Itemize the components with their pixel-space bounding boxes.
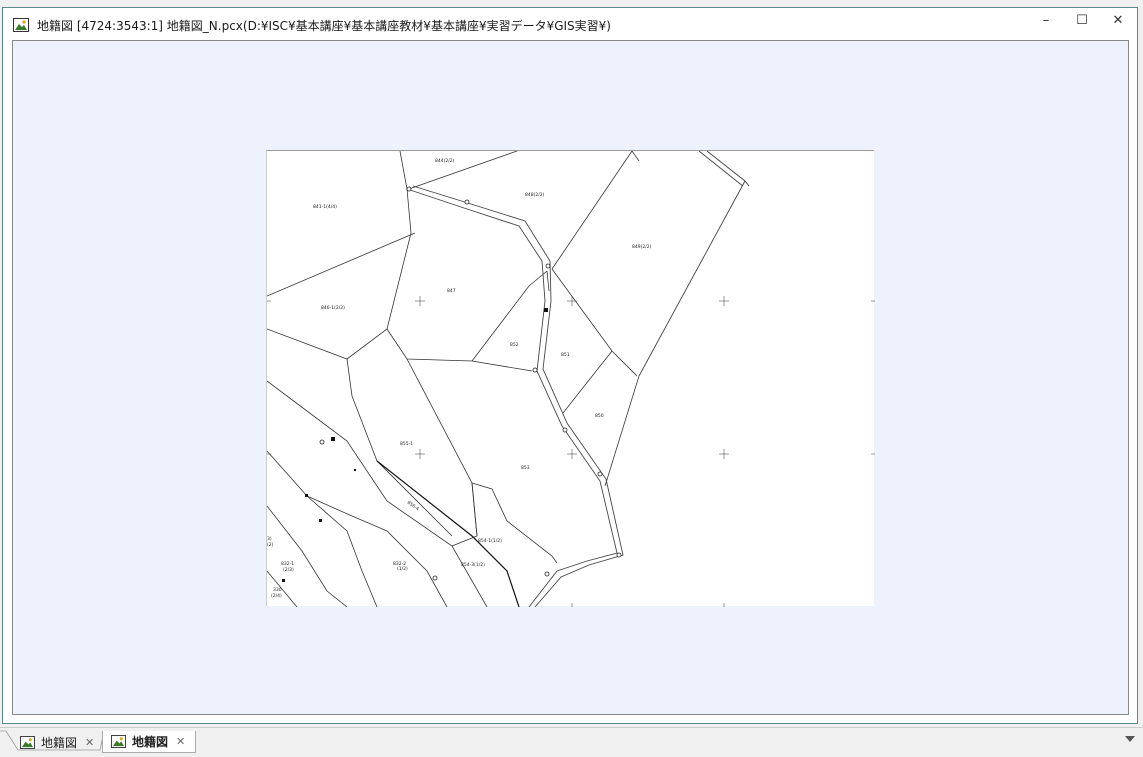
minimize-button[interactable]: –: [1028, 8, 1064, 32]
parcel-label-853: 853: [521, 465, 530, 471]
parcel-label-832-1-ratio: (2/3): [283, 567, 294, 573]
parcel-label-854-1: 854-1(1/2): [478, 538, 502, 544]
document-tab-bar: 地籍図 ✕ 地籍図 ✕: [0, 727, 1143, 757]
parcel-label-854-3: 854-3(1/2): [461, 562, 485, 568]
parcel-label-850: 850: [595, 413, 604, 419]
map-document-window: 地籍図 [4724:3543:1] 地籍図_N.pcx(D:¥ISC¥基本講座¥…: [2, 7, 1138, 724]
parcel-label-846: 846-1(2/2): [321, 305, 345, 311]
parcel-label-330-ratio: (2/4): [271, 593, 282, 599]
tab-chiseki-2-active[interactable]: 地籍図 ✕: [102, 731, 196, 753]
parcel-label-832-2-ratio: (1/2): [397, 566, 408, 572]
window-title: 地籍図 [4724:3543:1] 地籍図_N.pcx(D:¥ISC¥基本講座¥…: [37, 19, 611, 33]
tab-chiseki-1[interactable]: 地籍図 ✕: [6, 731, 104, 753]
map-image-icon: [13, 18, 29, 32]
parcel-label-edge-b: (2): [267, 542, 274, 548]
parcel-label-330: 330: [273, 587, 282, 593]
parcel-label-841: 841-1(4/4): [313, 204, 337, 210]
parcel-label-852: 852: [510, 342, 519, 348]
parcel-label-847: 847: [447, 288, 456, 294]
map-image-icon: [111, 735, 126, 748]
map-canvas[interactable]: 844(2/2) 848(2/2) 849(2/2) 841-1(4/4) 84…: [12, 40, 1129, 715]
maximize-button[interactable]: ☐: [1064, 8, 1100, 32]
parcel-label-832-1: 832-1: [281, 561, 294, 567]
minimize-icon: –: [1042, 12, 1050, 28]
close-icon: ✕: [1112, 12, 1124, 28]
tab-close-icon[interactable]: ✕: [85, 736, 94, 749]
map-image-icon: [20, 735, 35, 749]
tab-list-dropdown-icon[interactable]: [1125, 736, 1135, 742]
parcel-label-848: 848(2/2): [525, 192, 545, 198]
app-root: 地籍図 [4724:3543:1] 地籍図_N.pcx(D:¥ISC¥基本講座¥…: [0, 0, 1143, 757]
parcel-label-edge-a: 3): [267, 536, 272, 542]
parcel-label-849: 849(2/2): [632, 244, 652, 250]
tab-close-icon[interactable]: ✕: [176, 735, 185, 748]
parcel-label-851: 851: [561, 352, 570, 358]
close-button[interactable]: ✕: [1100, 8, 1136, 32]
tab-label: 地籍図: [41, 735, 78, 750]
cadastral-map-drawing: 844(2/2) 848(2/2) 849(2/2) 841-1(4/4) 84…: [266, 150, 875, 608]
title-bar[interactable]: 地籍図 [4724:3543:1] 地籍図_N.pcx(D:¥ISC¥基本講座¥…: [3, 8, 1137, 40]
cadastral-map-image[interactable]: 844(2/2) 848(2/2) 849(2/2) 841-1(4/4) 84…: [266, 150, 875, 608]
parcel-label-855: 855-1: [400, 441, 413, 447]
maximize-icon: ☐: [1076, 12, 1088, 28]
parcel-label-844: 844(2/2): [435, 158, 455, 164]
tab-label: 地籍図: [132, 735, 169, 749]
